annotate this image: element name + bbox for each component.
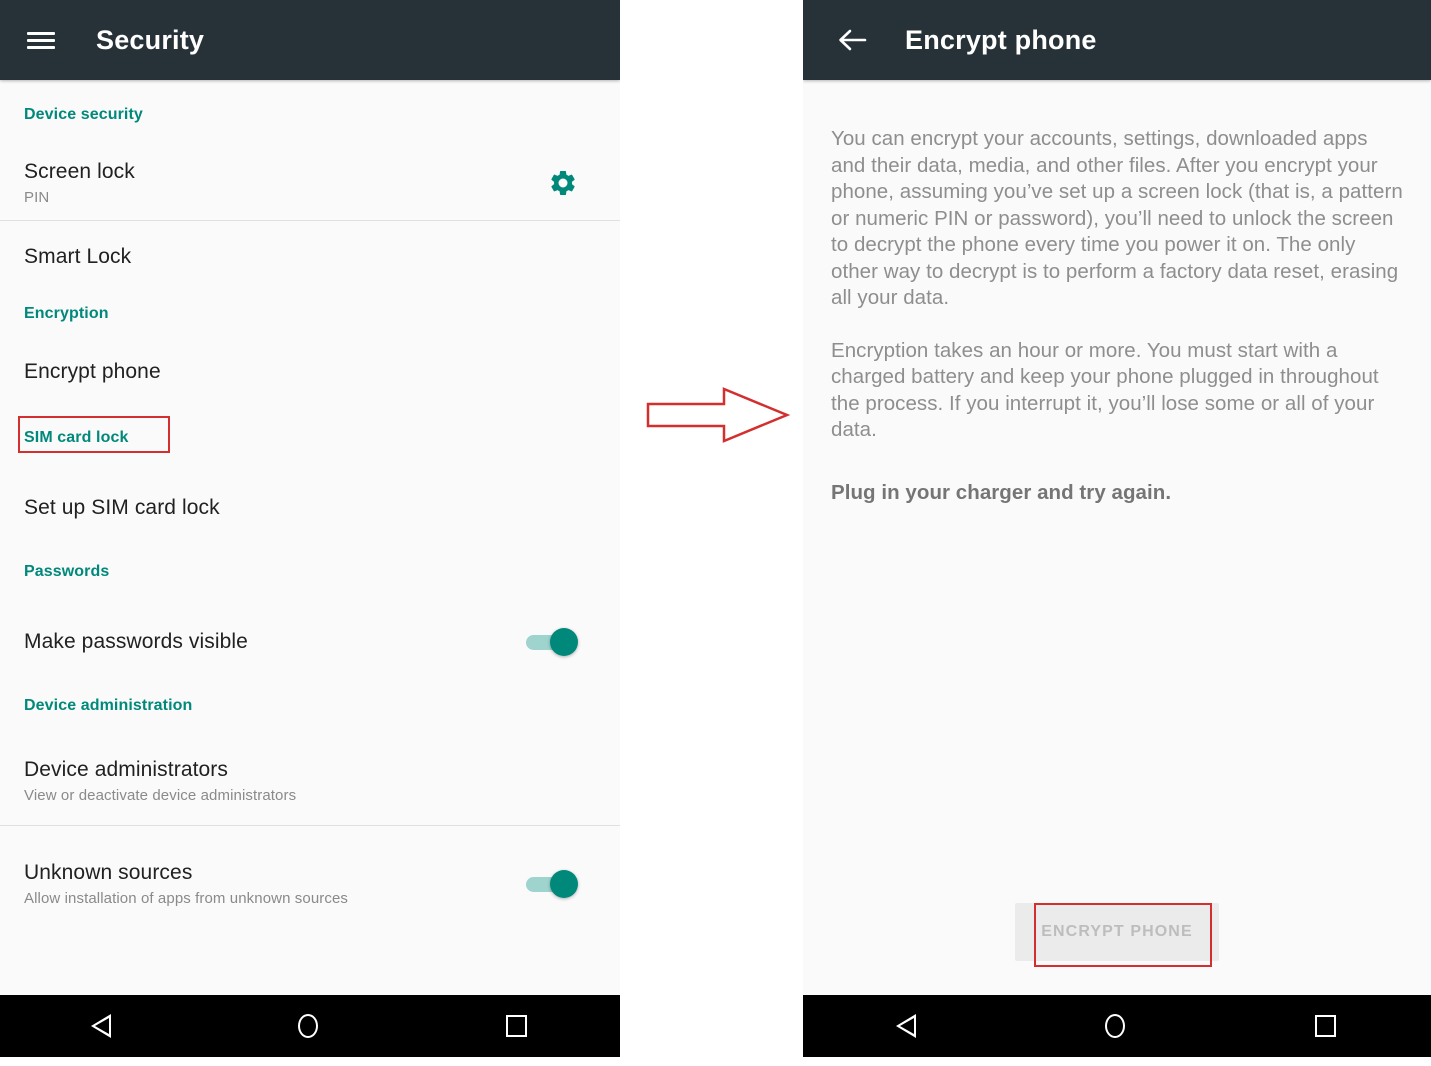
row-subtitle: View or deactivate device administrators [24,786,297,804]
list-item-screen-lock[interactable]: Screen lock PIN [0,146,620,220]
row-title: Device administrators [24,757,228,781]
section-header-sim-card-lock: SIM card lock [24,429,129,446]
encrypt-phone-button[interactable]: ENCRYPT PHONE [1015,903,1219,961]
security-settings-list[interactable]: Device security Screen lock PIN Smart Lo… [0,80,620,995]
list-item-encrypt-phone[interactable]: Encrypt phone [0,335,620,409]
divider [0,825,620,826]
row-subtitle: PIN [24,188,50,206]
row-title: Smart Lock [24,245,132,268]
toggle-thumb [550,870,578,898]
list-item-make-passwords-visible[interactable]: Make passwords visible [0,605,620,679]
list-item-smart-lock[interactable]: Smart Lock [0,221,620,293]
hamburger-menu-icon[interactable] [26,25,56,55]
section-header-device-security: Device security [24,106,143,123]
nav-recents-button[interactable] [489,1006,545,1046]
row-subtitle: Allow installation of apps from unknown … [24,889,349,907]
arrow-icon [646,387,791,443]
screenshot-stage: Security Device security Screen lock PIN… [0,0,1431,1066]
section-header-encryption: Encryption [24,305,109,322]
row-title: Encrypt phone [24,360,161,383]
section-header-passwords: Passwords [24,563,110,580]
section-header-device-administration: Device administration [24,697,193,714]
page-title: Encrypt phone [905,24,1097,55]
encrypt-phone-content: You can encrypt your accounts, settings,… [803,80,1431,995]
right-arrow-annotation [645,385,791,445]
security-appbar: Security [0,0,620,80]
right-system-navbar [803,995,1431,1057]
list-item-set-up-sim-card-lock[interactable]: Set up SIM card lock [0,471,620,545]
encrypt-phone-appbar: Encrypt phone [803,0,1431,80]
left-system-navbar [0,995,620,1057]
list-item-unknown-sources[interactable]: Unknown sources Allow installation of ap… [0,840,620,928]
encrypt-description-paragraph-2: Encryption takes an hour or more. You mu… [831,338,1379,442]
list-item-device-administrators[interactable]: Device administrators View or deactivate… [0,737,620,825]
row-title: Screen lock [24,159,135,183]
page-title: Security [96,24,205,55]
back-arrow-icon[interactable] [835,25,869,55]
nav-recents-button[interactable] [1298,1006,1354,1046]
toggle-thumb [550,628,578,656]
make-passwords-visible-toggle[interactable] [522,626,578,658]
row-title: Set up SIM card lock [24,496,220,519]
encrypt-description-paragraph-1: You can encrypt your accounts, settings,… [831,127,1403,309]
charger-warning-note: Plug in your charger and try again. [831,480,1172,504]
nav-back-button[interactable] [75,1006,131,1046]
row-title: Make passwords visible [24,630,248,653]
row-title: Unknown sources [24,860,193,884]
encrypt-button-container: ENCRYPT PHONE [803,903,1431,961]
left-phone-screen: Security Device security Screen lock PIN… [0,0,620,1057]
nav-home-button[interactable] [1089,1006,1145,1046]
nav-home-button[interactable] [282,1006,338,1046]
nav-back-button[interactable] [880,1006,936,1046]
gear-icon[interactable] [548,168,578,198]
right-phone-screen: Encrypt phone You can encrypt your accou… [803,0,1431,1057]
unknown-sources-toggle[interactable] [522,868,578,900]
